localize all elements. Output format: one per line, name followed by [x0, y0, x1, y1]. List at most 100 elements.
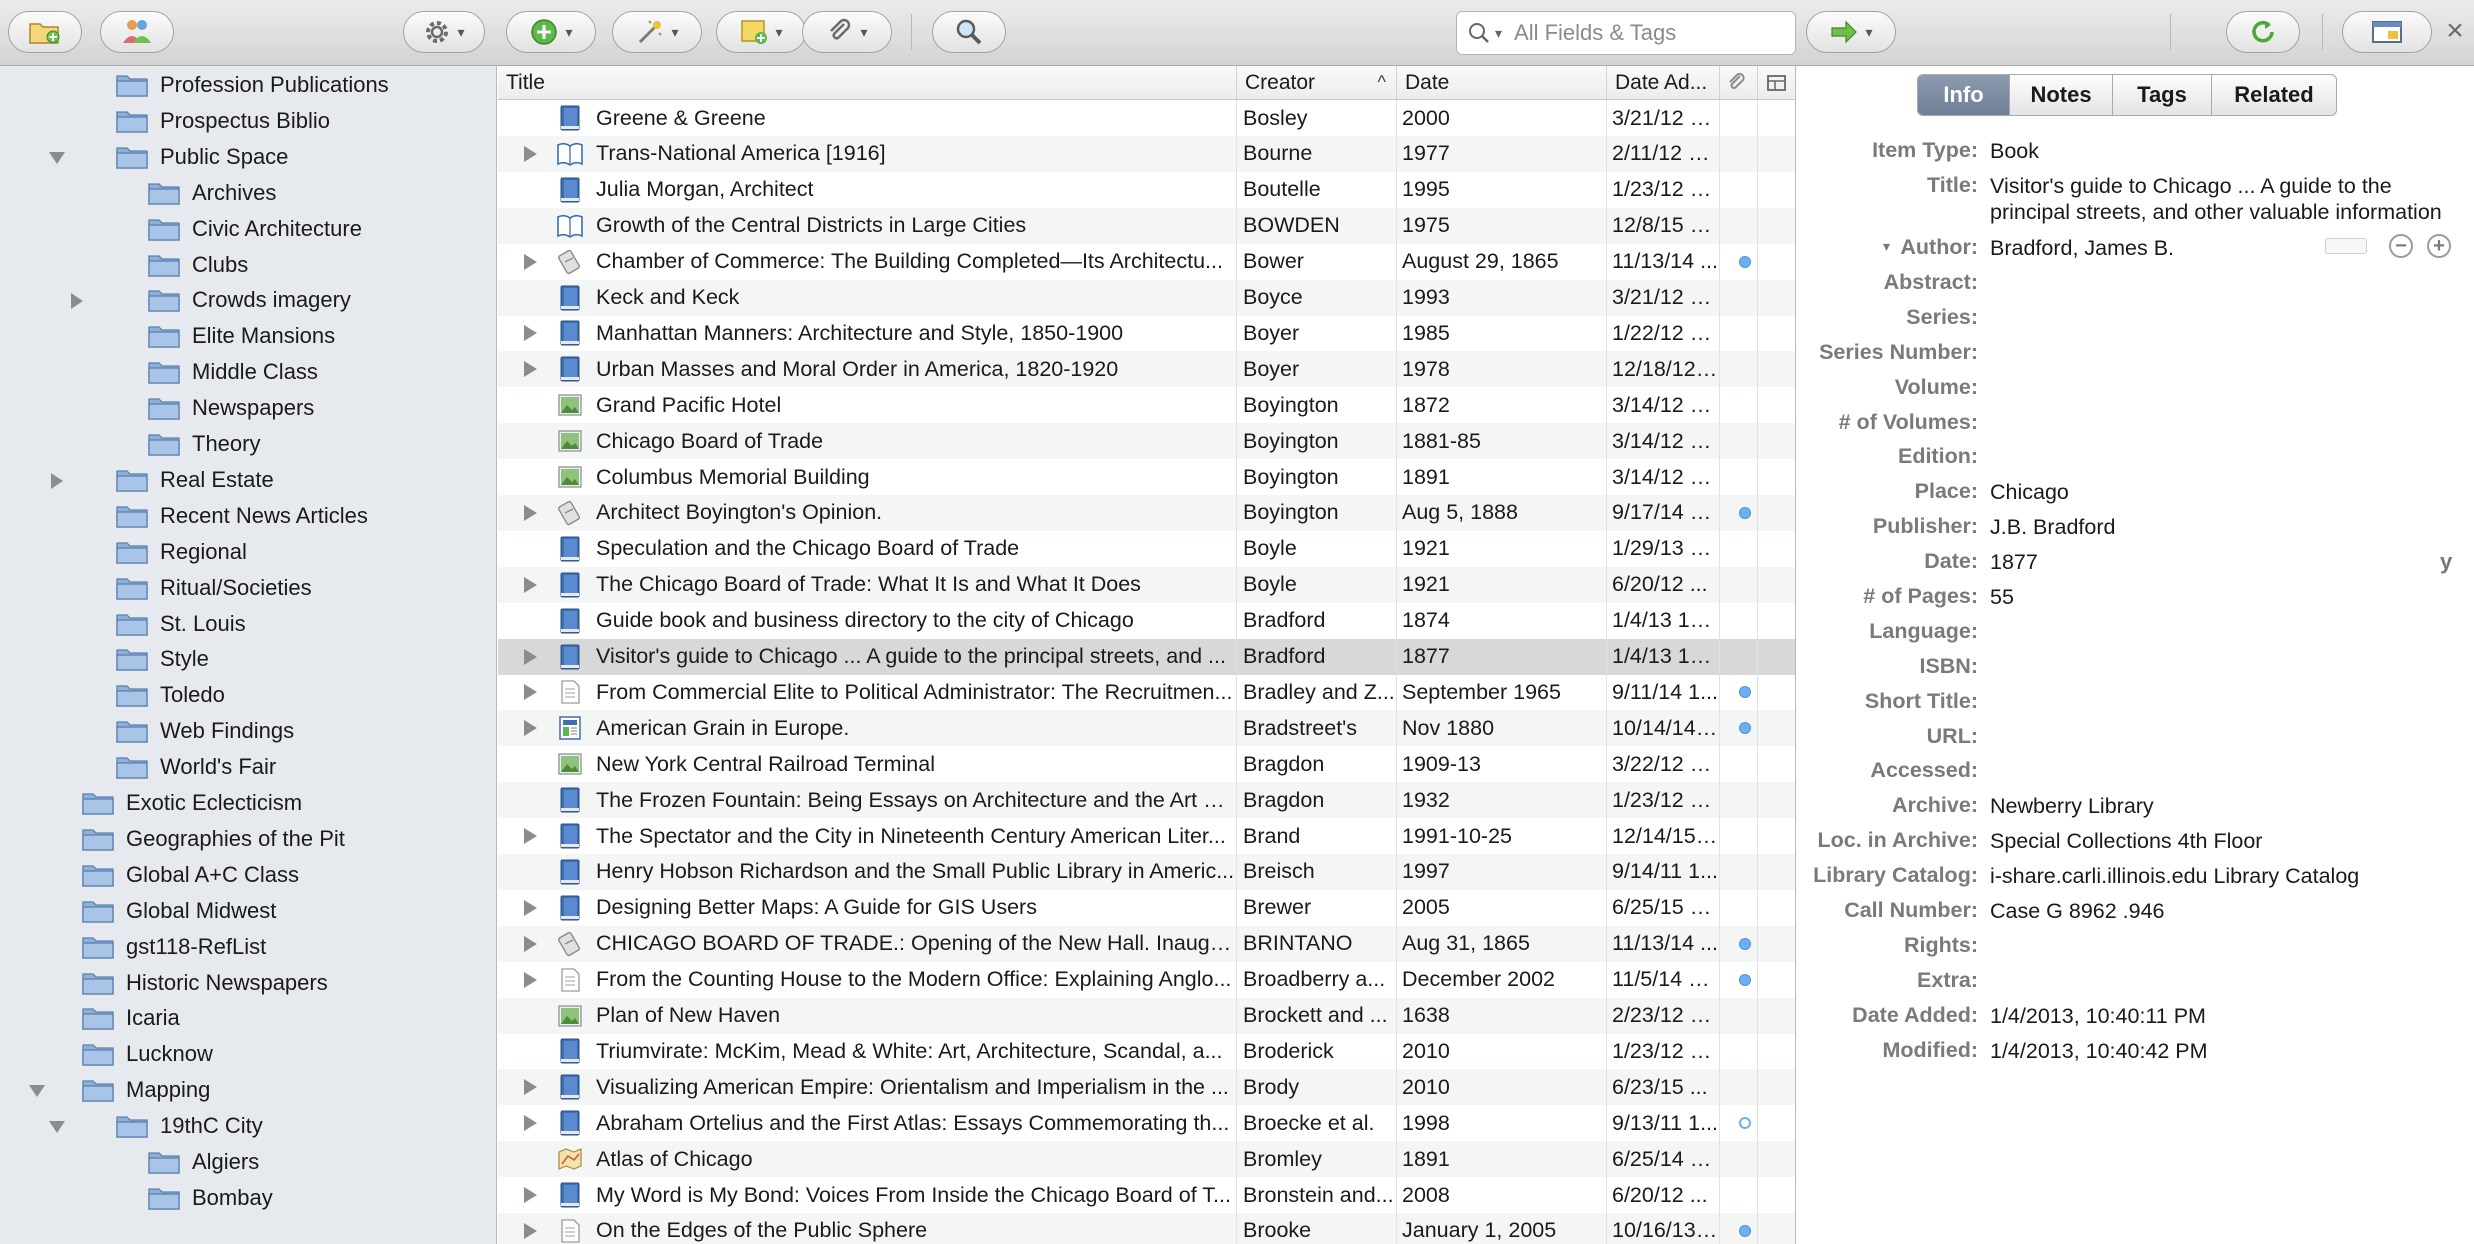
expand-item-icon[interactable]: [522, 683, 538, 701]
twisty-open-icon[interactable]: [48, 1118, 66, 1136]
attachment-status-icon[interactable]: [1739, 255, 1751, 268]
collection-item[interactable]: St. Louis: [0, 607, 496, 643]
table-row[interactable]: CHICAGO BOARD OF TRADE.: Opening of the …: [498, 925, 1795, 962]
table-row[interactable]: Visualizing American Empire: Orientalism…: [498, 1069, 1795, 1106]
expand-item-icon[interactable]: [522, 145, 538, 163]
table-row[interactable]: Greene & Greene Bosley 2000 3/21/12 9...: [498, 100, 1795, 136]
collection-item[interactable]: Prospectus Biblio: [0, 104, 496, 140]
expand-item-icon[interactable]: [522, 504, 538, 522]
twisty-open-icon[interactable]: [48, 149, 66, 167]
table-row[interactable]: American Grain in Europe. Bradstreet's Nov…: [498, 710, 1795, 747]
collection-item[interactable]: Theory: [0, 427, 496, 463]
sync-button[interactable]: [2226, 11, 2300, 53]
name-mode-toggle[interactable]: [2325, 238, 2367, 254]
collection-item[interactable]: Global A+C Class: [0, 858, 496, 894]
collection-item[interactable]: Style: [0, 642, 496, 678]
table-row[interactable]: Chamber of Commerce: The Building Comple…: [498, 243, 1795, 280]
collection-item[interactable]: Toledo: [0, 678, 496, 714]
date-value[interactable]: 1877: [1990, 549, 2038, 575]
collection-item[interactable]: Historic Newspapers: [0, 966, 496, 1002]
collection-item[interactable]: Civic Architecture: [0, 212, 496, 248]
collection-item[interactable]: Global Midwest: [0, 894, 496, 930]
table-row[interactable]: Abraham Ortelius and the First Atlas: Es…: [498, 1105, 1795, 1142]
expand-item-icon[interactable]: [522, 1114, 538, 1132]
collection-item[interactable]: gst118-RefList: [0, 930, 496, 966]
column-header-date[interactable]: Date: [1397, 66, 1607, 100]
actions-menu-button[interactable]: ▾: [403, 11, 485, 53]
expand-item-icon[interactable]: [522, 648, 538, 666]
tab-tags[interactable]: Tags: [2113, 75, 2212, 115]
collection-item[interactable]: Icaria: [0, 1001, 496, 1037]
table-row[interactable]: Julia Morgan, Architect Boutelle 1995 1/23/…: [498, 171, 1795, 208]
table-row[interactable]: Atlas of Chicago Bromley 1891 6/25/14 1...: [498, 1141, 1795, 1178]
expand-item-icon[interactable]: [522, 899, 538, 917]
table-row[interactable]: Keck and Keck Boyce 1993 3/21/12 1...: [498, 279, 1795, 316]
table-row[interactable]: Growth of the Central Districts in Large…: [498, 207, 1795, 244]
column-header-attachments[interactable]: [1720, 66, 1758, 100]
add-attachment-button[interactable]: ▾: [802, 11, 892, 53]
table-row[interactable]: New York Central Railroad Terminal Bragdo…: [498, 746, 1795, 783]
collection-item[interactable]: Regional: [0, 535, 496, 571]
table-row[interactable]: The Frozen Fountain: Being Essays on Arc…: [498, 782, 1795, 819]
locate-button[interactable]: ▾: [1806, 11, 1896, 53]
collection-item[interactable]: 19thC City: [0, 1109, 496, 1145]
title-value-line-1[interactable]: Visitor's guide to Chicago ... A guide t…: [1990, 173, 2392, 199]
call-number-value[interactable]: Case G 8962 .946: [1990, 898, 2165, 924]
new-group-button[interactable]: [100, 11, 174, 53]
table-row[interactable]: Manhattan Manners: Architecture and Styl…: [498, 315, 1795, 352]
table-row[interactable]: My Word is My Bond: Voices From Inside t…: [498, 1177, 1795, 1213]
attachment-status-icon[interactable]: [1739, 937, 1751, 950]
twisty-closed-icon[interactable]: [48, 472, 66, 490]
table-row[interactable]: Guide book and business directory to the…: [498, 602, 1795, 639]
collection-item[interactable]: Profession Publications: [0, 68, 496, 104]
collection-item[interactable]: Ritual/Societies: [0, 571, 496, 607]
expand-item-icon[interactable]: [522, 324, 538, 342]
expand-item-icon[interactable]: [522, 935, 538, 953]
tab-notes[interactable]: Notes: [2010, 75, 2113, 115]
collection-item[interactable]: Archives: [0, 176, 496, 212]
loc-in-archive-value[interactable]: Special Collections 4th Floor: [1990, 828, 2262, 854]
place-value[interactable]: Chicago: [1990, 479, 2069, 505]
new-item-button[interactable]: ▾: [506, 11, 596, 53]
expand-item-icon[interactable]: [522, 1078, 538, 1096]
search-field[interactable]: ▾: [1456, 11, 1796, 55]
attachment-status-icon[interactable]: [1739, 506, 1751, 519]
collection-item[interactable]: Recent News Articles: [0, 499, 496, 535]
new-collection-button[interactable]: [8, 11, 82, 53]
publisher-value[interactable]: J.B. Bradford: [1990, 514, 2115, 540]
remove-creator-icon[interactable]: −: [2389, 234, 2413, 258]
new-note-button[interactable]: ▾: [716, 11, 806, 53]
table-row[interactable]: Urban Masses and Moral Order in America,…: [498, 351, 1795, 388]
expand-item-icon[interactable]: [522, 719, 538, 737]
fullscreen-button[interactable]: [2342, 11, 2432, 53]
collection-item[interactable]: Lucknow: [0, 1037, 496, 1073]
table-row[interactable]: Trans-National America [1916] Bourne 1977 2…: [498, 135, 1795, 172]
expand-item-icon[interactable]: [522, 1186, 538, 1204]
expand-item-icon[interactable]: [522, 1222, 538, 1240]
table-row[interactable]: On the Edges of the Public Sphere Brooke J…: [498, 1212, 1795, 1244]
table-row[interactable]: Triumvirate: McKim, Mead & White: Art, A…: [498, 1033, 1795, 1070]
collection-item[interactable]: Web Findings: [0, 714, 496, 750]
column-header-title[interactable]: Title: [498, 66, 1237, 100]
twisty-open-icon[interactable]: [28, 1082, 46, 1100]
collection-item[interactable]: Exotic Eclecticism: [0, 786, 496, 822]
table-row[interactable]: Grand Pacific Hotel Boyington 1872 3/14/12 …: [498, 387, 1795, 424]
add-by-identifier-button[interactable]: ▾: [612, 11, 702, 53]
author-collapse-icon[interactable]: ▾: [1883, 238, 1890, 255]
collection-item[interactable]: Real Estate: [0, 463, 496, 499]
collection-item[interactable]: Newspapers: [0, 391, 496, 427]
table-row[interactable]: The Spectator and the City in Nineteenth…: [498, 818, 1795, 854]
author-value[interactable]: Bradford, James B.: [1990, 235, 2174, 261]
tab-info[interactable]: Info: [1918, 75, 2010, 115]
expand-item-icon[interactable]: [522, 827, 538, 845]
collection-item[interactable]: World's Fair: [0, 750, 496, 786]
twisty-closed-icon[interactable]: [68, 292, 86, 310]
archive-value[interactable]: Newberry Library: [1990, 793, 2154, 819]
advanced-search-button[interactable]: [932, 11, 1006, 53]
collection-item[interactable]: Algiers: [0, 1145, 496, 1181]
table-row[interactable]: Plan of New Haven Brockett and ... 1638 2/2…: [498, 997, 1795, 1034]
search-input[interactable]: [1514, 20, 1795, 46]
collection-item[interactable]: Clubs: [0, 248, 496, 284]
attachment-status-icon[interactable]: [1739, 1224, 1751, 1237]
table-row[interactable]: Visitor's guide to Chicago ... A guide t…: [498, 638, 1795, 675]
